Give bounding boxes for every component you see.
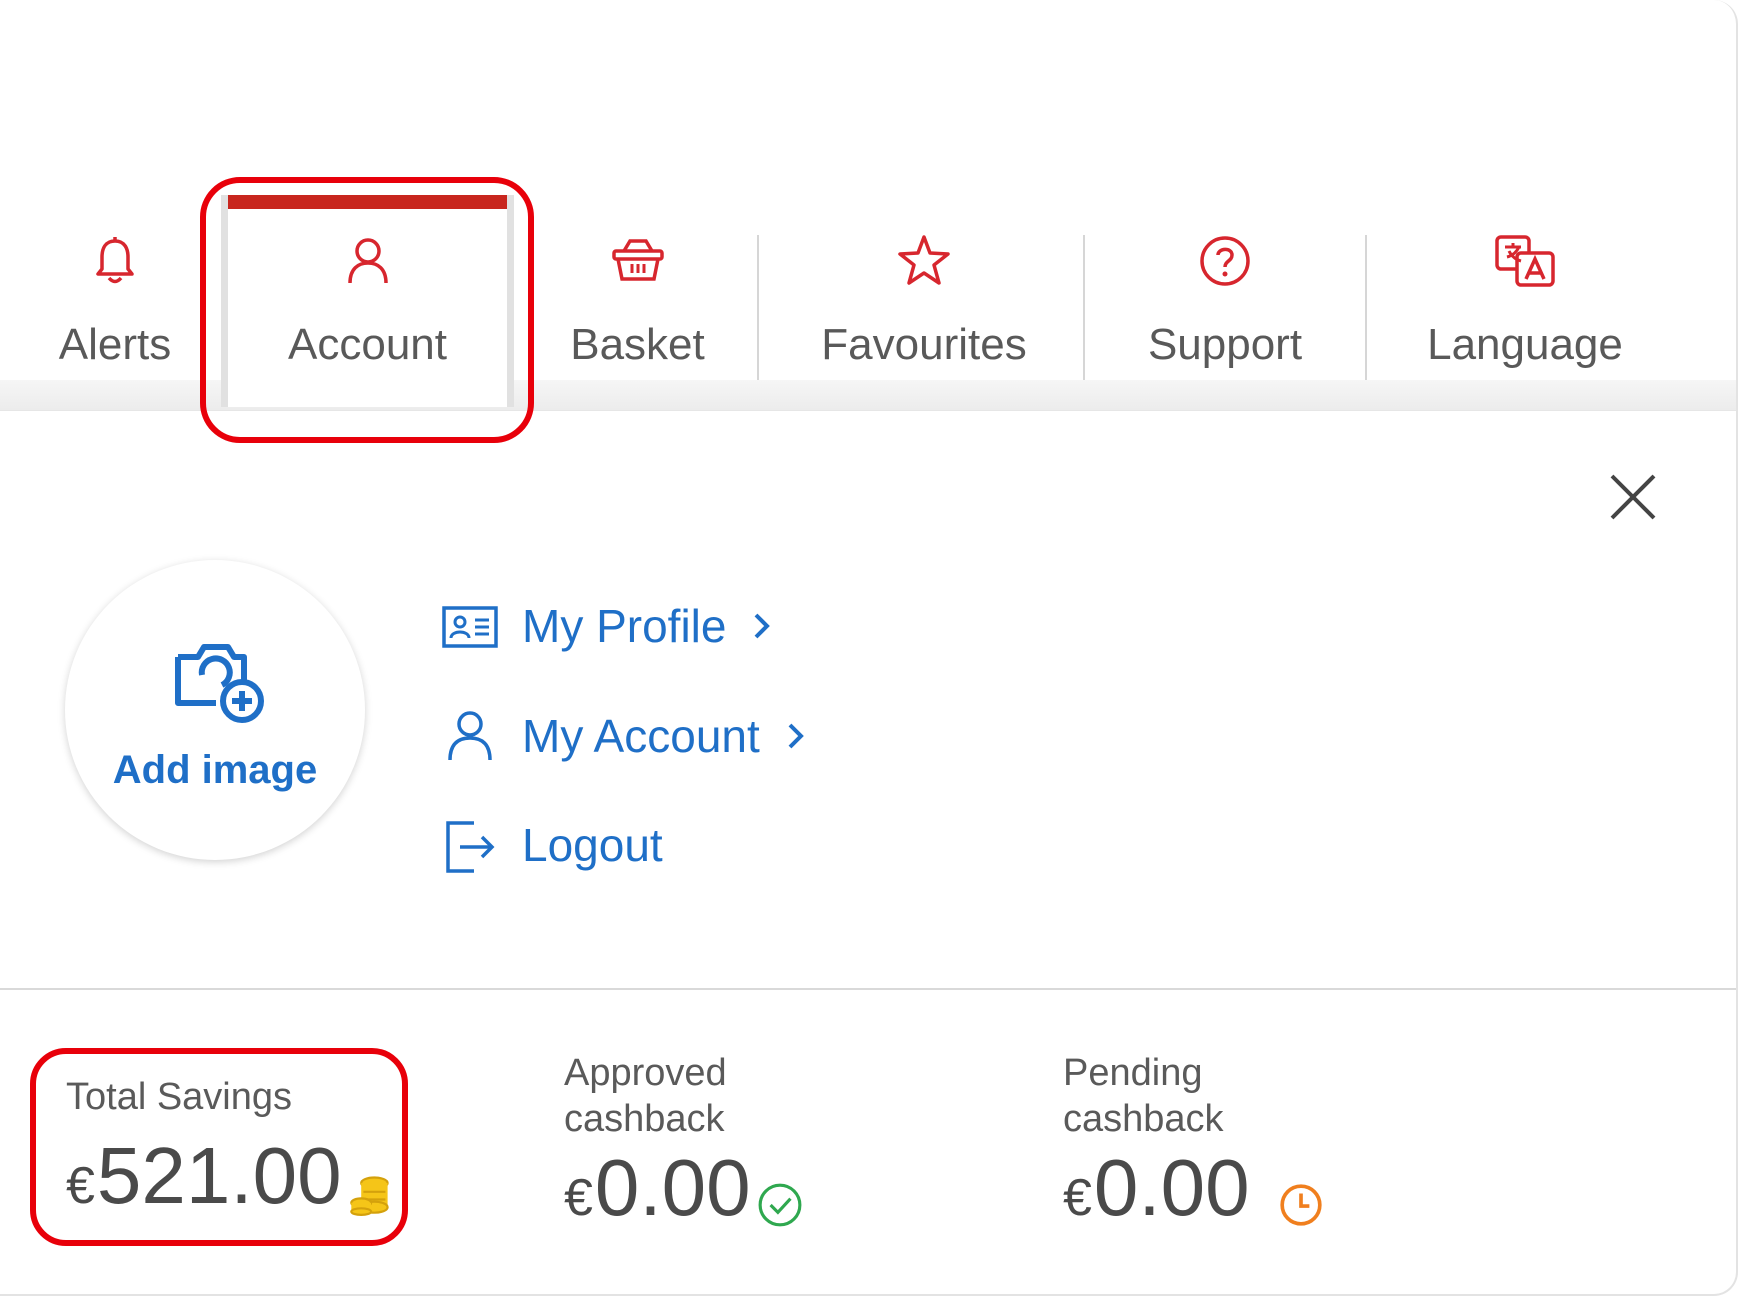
id-card-icon bbox=[442, 606, 498, 648]
tab-label: Basket bbox=[570, 320, 705, 369]
close-icon[interactable] bbox=[1608, 472, 1658, 522]
add-image-label: Add image bbox=[112, 748, 318, 792]
my-profile-label: My Profile bbox=[522, 600, 727, 652]
clock-icon bbox=[1279, 1184, 1322, 1226]
check-circle-icon bbox=[758, 1183, 802, 1227]
approved-cashback: Approved cashback € 0.00 bbox=[564, 1050, 803, 1234]
tab-support[interactable]: Support bbox=[1125, 195, 1325, 380]
currency-symbol: € bbox=[564, 1169, 593, 1227]
tab-label: Favourites bbox=[821, 320, 1027, 369]
tab-label: Alerts bbox=[58, 320, 172, 369]
approved-amount: 0.00 bbox=[594, 1143, 751, 1232]
pending-cashback: Pending cashback € 0.00 bbox=[1063, 1050, 1324, 1234]
logout-link[interactable]: Logout bbox=[440, 815, 663, 875]
tab-alerts[interactable]: Alerts bbox=[30, 195, 200, 380]
tab-divider bbox=[1365, 235, 1367, 380]
tab-language[interactable]: Language bbox=[1410, 195, 1640, 380]
my-account-label: My Account bbox=[522, 710, 760, 762]
chevron-right-icon bbox=[788, 723, 804, 749]
translate-icon bbox=[1495, 235, 1555, 287]
tab-favourites[interactable]: Favourites bbox=[800, 195, 1048, 380]
star-icon bbox=[898, 235, 950, 285]
my-account-link[interactable]: My Account bbox=[440, 706, 808, 766]
pending-title-line1: Pending bbox=[1063, 1052, 1203, 1094]
basket-icon bbox=[611, 239, 664, 281]
currency-symbol: € bbox=[1063, 1169, 1092, 1227]
tab-basket[interactable]: Basket bbox=[555, 195, 720, 380]
section-divider bbox=[0, 988, 1736, 990]
approved-value: € 0.00 bbox=[564, 1142, 803, 1234]
camera-add-icon bbox=[175, 644, 264, 723]
tab-label: Support bbox=[1147, 320, 1303, 369]
logout-icon bbox=[446, 821, 495, 873]
my-profile-link[interactable]: My Profile bbox=[440, 596, 774, 656]
tab-divider bbox=[757, 235, 759, 380]
approved-title-line1: Approved bbox=[564, 1052, 727, 1094]
total-savings-highlight bbox=[30, 1048, 408, 1246]
approved-title-line2: cashback bbox=[564, 1098, 725, 1140]
pending-title-line2: cashback bbox=[1063, 1098, 1224, 1140]
help-circle-icon bbox=[1200, 236, 1250, 286]
user-icon bbox=[448, 711, 492, 761]
add-image-button[interactable]: Add image bbox=[65, 560, 365, 860]
pending-value: € 0.00 bbox=[1063, 1142, 1324, 1234]
tab-label: Language bbox=[1427, 320, 1623, 369]
pending-amount: 0.00 bbox=[1093, 1143, 1250, 1232]
account-tab-highlight bbox=[200, 177, 534, 443]
bell-icon bbox=[96, 237, 134, 284]
logout-label: Logout bbox=[522, 819, 663, 871]
chevron-right-icon bbox=[755, 613, 771, 639]
tab-divider bbox=[1083, 235, 1085, 380]
